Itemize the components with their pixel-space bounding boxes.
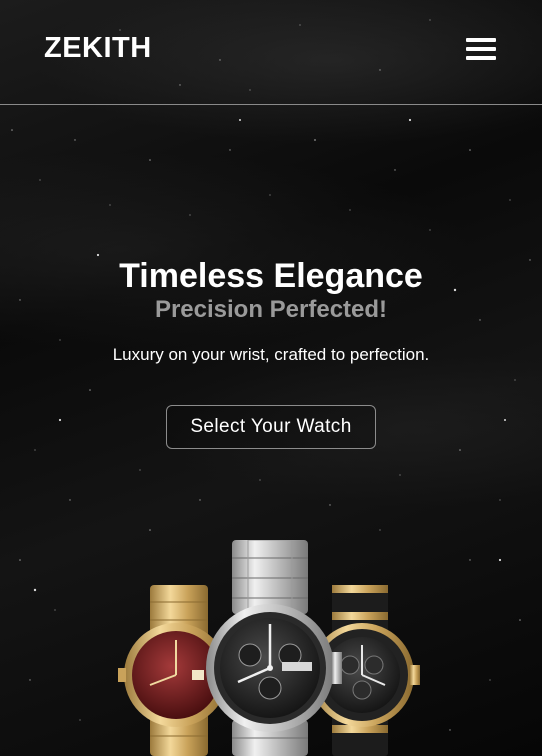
select-watch-button[interactable]: Select Your Watch (166, 405, 376, 449)
hero-title: Timeless Elegance (119, 257, 423, 295)
hero-section: Timeless Elegance Precision Perfected! L… (0, 256, 542, 449)
site-header: ZEKITH (0, 0, 542, 105)
steel-chronograph-watch (206, 540, 342, 756)
brand-logo[interactable]: ZEKITH (44, 32, 152, 65)
hero-subtitle: Precision Perfected! (154, 296, 388, 323)
watches-image (118, 540, 420, 756)
hero-tagline: Luxury on your wrist, crafted to perfect… (112, 345, 430, 364)
landing-page: ZEKITH Timeless Elegance Precision Perfe… (0, 0, 542, 756)
hamburger-menu-icon[interactable] (466, 38, 496, 62)
